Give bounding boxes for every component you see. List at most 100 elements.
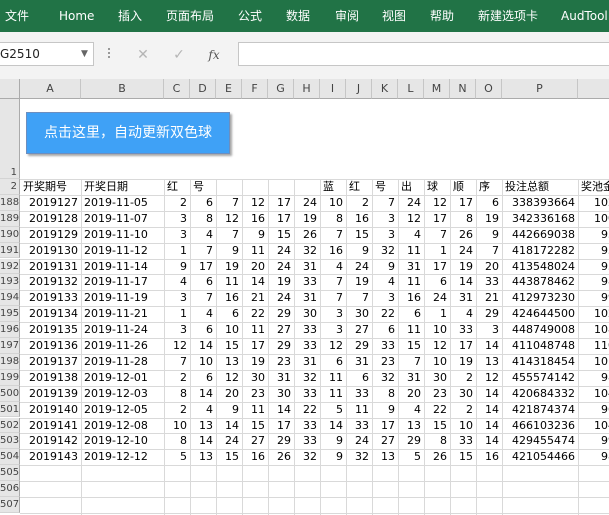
- cell[interactable]: 2019-11-19: [81, 290, 164, 306]
- cell[interactable]: 95: [578, 227, 609, 243]
- cell[interactable]: 16: [216, 290, 242, 306]
- cell[interactable]: 29: [268, 433, 294, 449]
- cell[interactable]: 2019133: [20, 290, 81, 306]
- cell[interactable]: 8: [164, 433, 190, 449]
- cell[interactable]: 13: [476, 354, 502, 370]
- cell[interactable]: 29: [398, 433, 424, 449]
- cell[interactable]: 2019140: [20, 402, 81, 418]
- cell[interactable]: 17: [190, 259, 216, 275]
- column-header-J[interactable]: J: [346, 79, 372, 99]
- cell[interactable]: 429455474: [502, 433, 578, 449]
- row-header-1[interactable]: 1: [0, 99, 20, 179]
- column-header-overflow[interactable]: [578, 79, 609, 99]
- cell[interactable]: 14: [450, 274, 476, 290]
- cell[interactable]: 9: [320, 433, 346, 449]
- cell[interactable]: 2: [450, 402, 476, 418]
- cell[interactable]: 8: [372, 386, 398, 402]
- row-header[interactable]: 197: [0, 338, 20, 354]
- cell[interactable]: 11: [346, 402, 372, 418]
- cell[interactable]: 2019-11-26: [81, 338, 164, 354]
- cell[interactable]: 10: [190, 354, 216, 370]
- cell[interactable]: 21: [242, 290, 268, 306]
- row-header[interactable]: 502: [0, 417, 20, 434]
- cell[interactable]: 26: [268, 449, 294, 465]
- column-header-E[interactable]: E: [216, 79, 242, 99]
- cell[interactable]: 411048748: [502, 338, 578, 354]
- cell[interactable]: 33: [450, 433, 476, 449]
- cell[interactable]: 投注总额: [502, 179, 578, 195]
- row-header[interactable]: 189: [0, 210, 20, 227]
- formula-input[interactable]: [238, 42, 609, 66]
- cell[interactable]: 101: [578, 354, 609, 370]
- cell[interactable]: 33: [372, 338, 398, 354]
- cell[interactable]: 98: [578, 370, 609, 386]
- cell[interactable]: 30: [268, 386, 294, 402]
- cell[interactable]: 30: [294, 306, 320, 322]
- cell[interactable]: 30: [450, 386, 476, 402]
- cell[interactable]: 7: [164, 354, 190, 370]
- ribbon-tab-6[interactable]: 审阅: [335, 0, 359, 32]
- cell[interactable]: 4: [372, 274, 398, 290]
- cell[interactable]: 10: [164, 418, 190, 434]
- cell[interactable]: 6: [424, 274, 450, 290]
- cell[interactable]: 12: [398, 211, 424, 227]
- cell[interactable]: 2019-12-08: [81, 418, 164, 434]
- cell[interactable]: 1: [424, 243, 450, 259]
- cell[interactable]: 19: [476, 211, 502, 227]
- cell[interactable]: 14: [190, 386, 216, 402]
- cell[interactable]: 33: [476, 274, 502, 290]
- row-header[interactable]: 198: [0, 353, 20, 370]
- cell[interactable]: 95: [578, 259, 609, 275]
- cell[interactable]: 9: [216, 243, 242, 259]
- update-lottery-button[interactable]: 点击这里，自动更新双色球: [26, 112, 230, 154]
- cell[interactable]: 15: [216, 449, 242, 465]
- cell[interactable]: 17: [450, 195, 476, 211]
- column-header-O[interactable]: O: [476, 79, 502, 99]
- ribbon-tab-10[interactable]: AudTool: [561, 0, 608, 32]
- cell[interactable]: 32: [294, 449, 320, 465]
- cell[interactable]: 23: [268, 354, 294, 370]
- name-box[interactable]: G2510 ▼: [0, 42, 94, 66]
- cell[interactable]: 奖池金: [578, 179, 609, 195]
- cell[interactable]: 31: [294, 290, 320, 306]
- cell[interactable]: 2019-12-05: [81, 402, 164, 418]
- cell[interactable]: 7: [216, 195, 242, 211]
- cell[interactable]: 15: [216, 338, 242, 354]
- cell[interactable]: 2019-11-28: [81, 354, 164, 370]
- cell[interactable]: 2019135: [20, 322, 81, 338]
- cell[interactable]: 9: [216, 402, 242, 418]
- cell[interactable]: 412973230: [502, 290, 578, 306]
- ribbon-tab-1[interactable]: Home: [59, 0, 94, 32]
- row-header[interactable]: 501: [0, 401, 20, 418]
- cell[interactable]: 32: [372, 370, 398, 386]
- cell[interactable]: 442669038: [502, 227, 578, 243]
- cell[interactable]: 9: [164, 259, 190, 275]
- cell[interactable]: 2019142: [20, 433, 81, 449]
- cell[interactable]: 号: [190, 179, 216, 195]
- cell[interactable]: 24: [268, 243, 294, 259]
- cell[interactable]: 14: [476, 338, 502, 354]
- cell[interactable]: 100: [578, 211, 609, 227]
- cell[interactable]: 2019131: [20, 259, 81, 275]
- cell[interactable]: 29: [476, 306, 502, 322]
- cell[interactable]: 8: [164, 386, 190, 402]
- cell[interactable]: 33: [294, 433, 320, 449]
- row-header[interactable]: 190: [0, 226, 20, 243]
- cell[interactable]: 31: [450, 290, 476, 306]
- row-header[interactable]: 504: [0, 449, 20, 466]
- cell[interactable]: 9: [320, 449, 346, 465]
- cell[interactable]: 7: [398, 354, 424, 370]
- cell[interactable]: 30: [346, 306, 372, 322]
- cell[interactable]: 11: [320, 370, 346, 386]
- cell[interactable]: 33: [294, 386, 320, 402]
- cell[interactable]: 11: [242, 322, 268, 338]
- cell[interactable]: 95: [578, 243, 609, 259]
- row-header[interactable]: 188: [0, 194, 20, 211]
- cell[interactable]: 6: [190, 274, 216, 290]
- cell[interactable]: 31: [268, 370, 294, 386]
- cell[interactable]: 17: [424, 211, 450, 227]
- cell[interactable]: 11: [216, 274, 242, 290]
- cell[interactable]: 96: [578, 402, 609, 418]
- row-header[interactable]: 196: [0, 322, 20, 338]
- cell[interactable]: 24: [424, 290, 450, 306]
